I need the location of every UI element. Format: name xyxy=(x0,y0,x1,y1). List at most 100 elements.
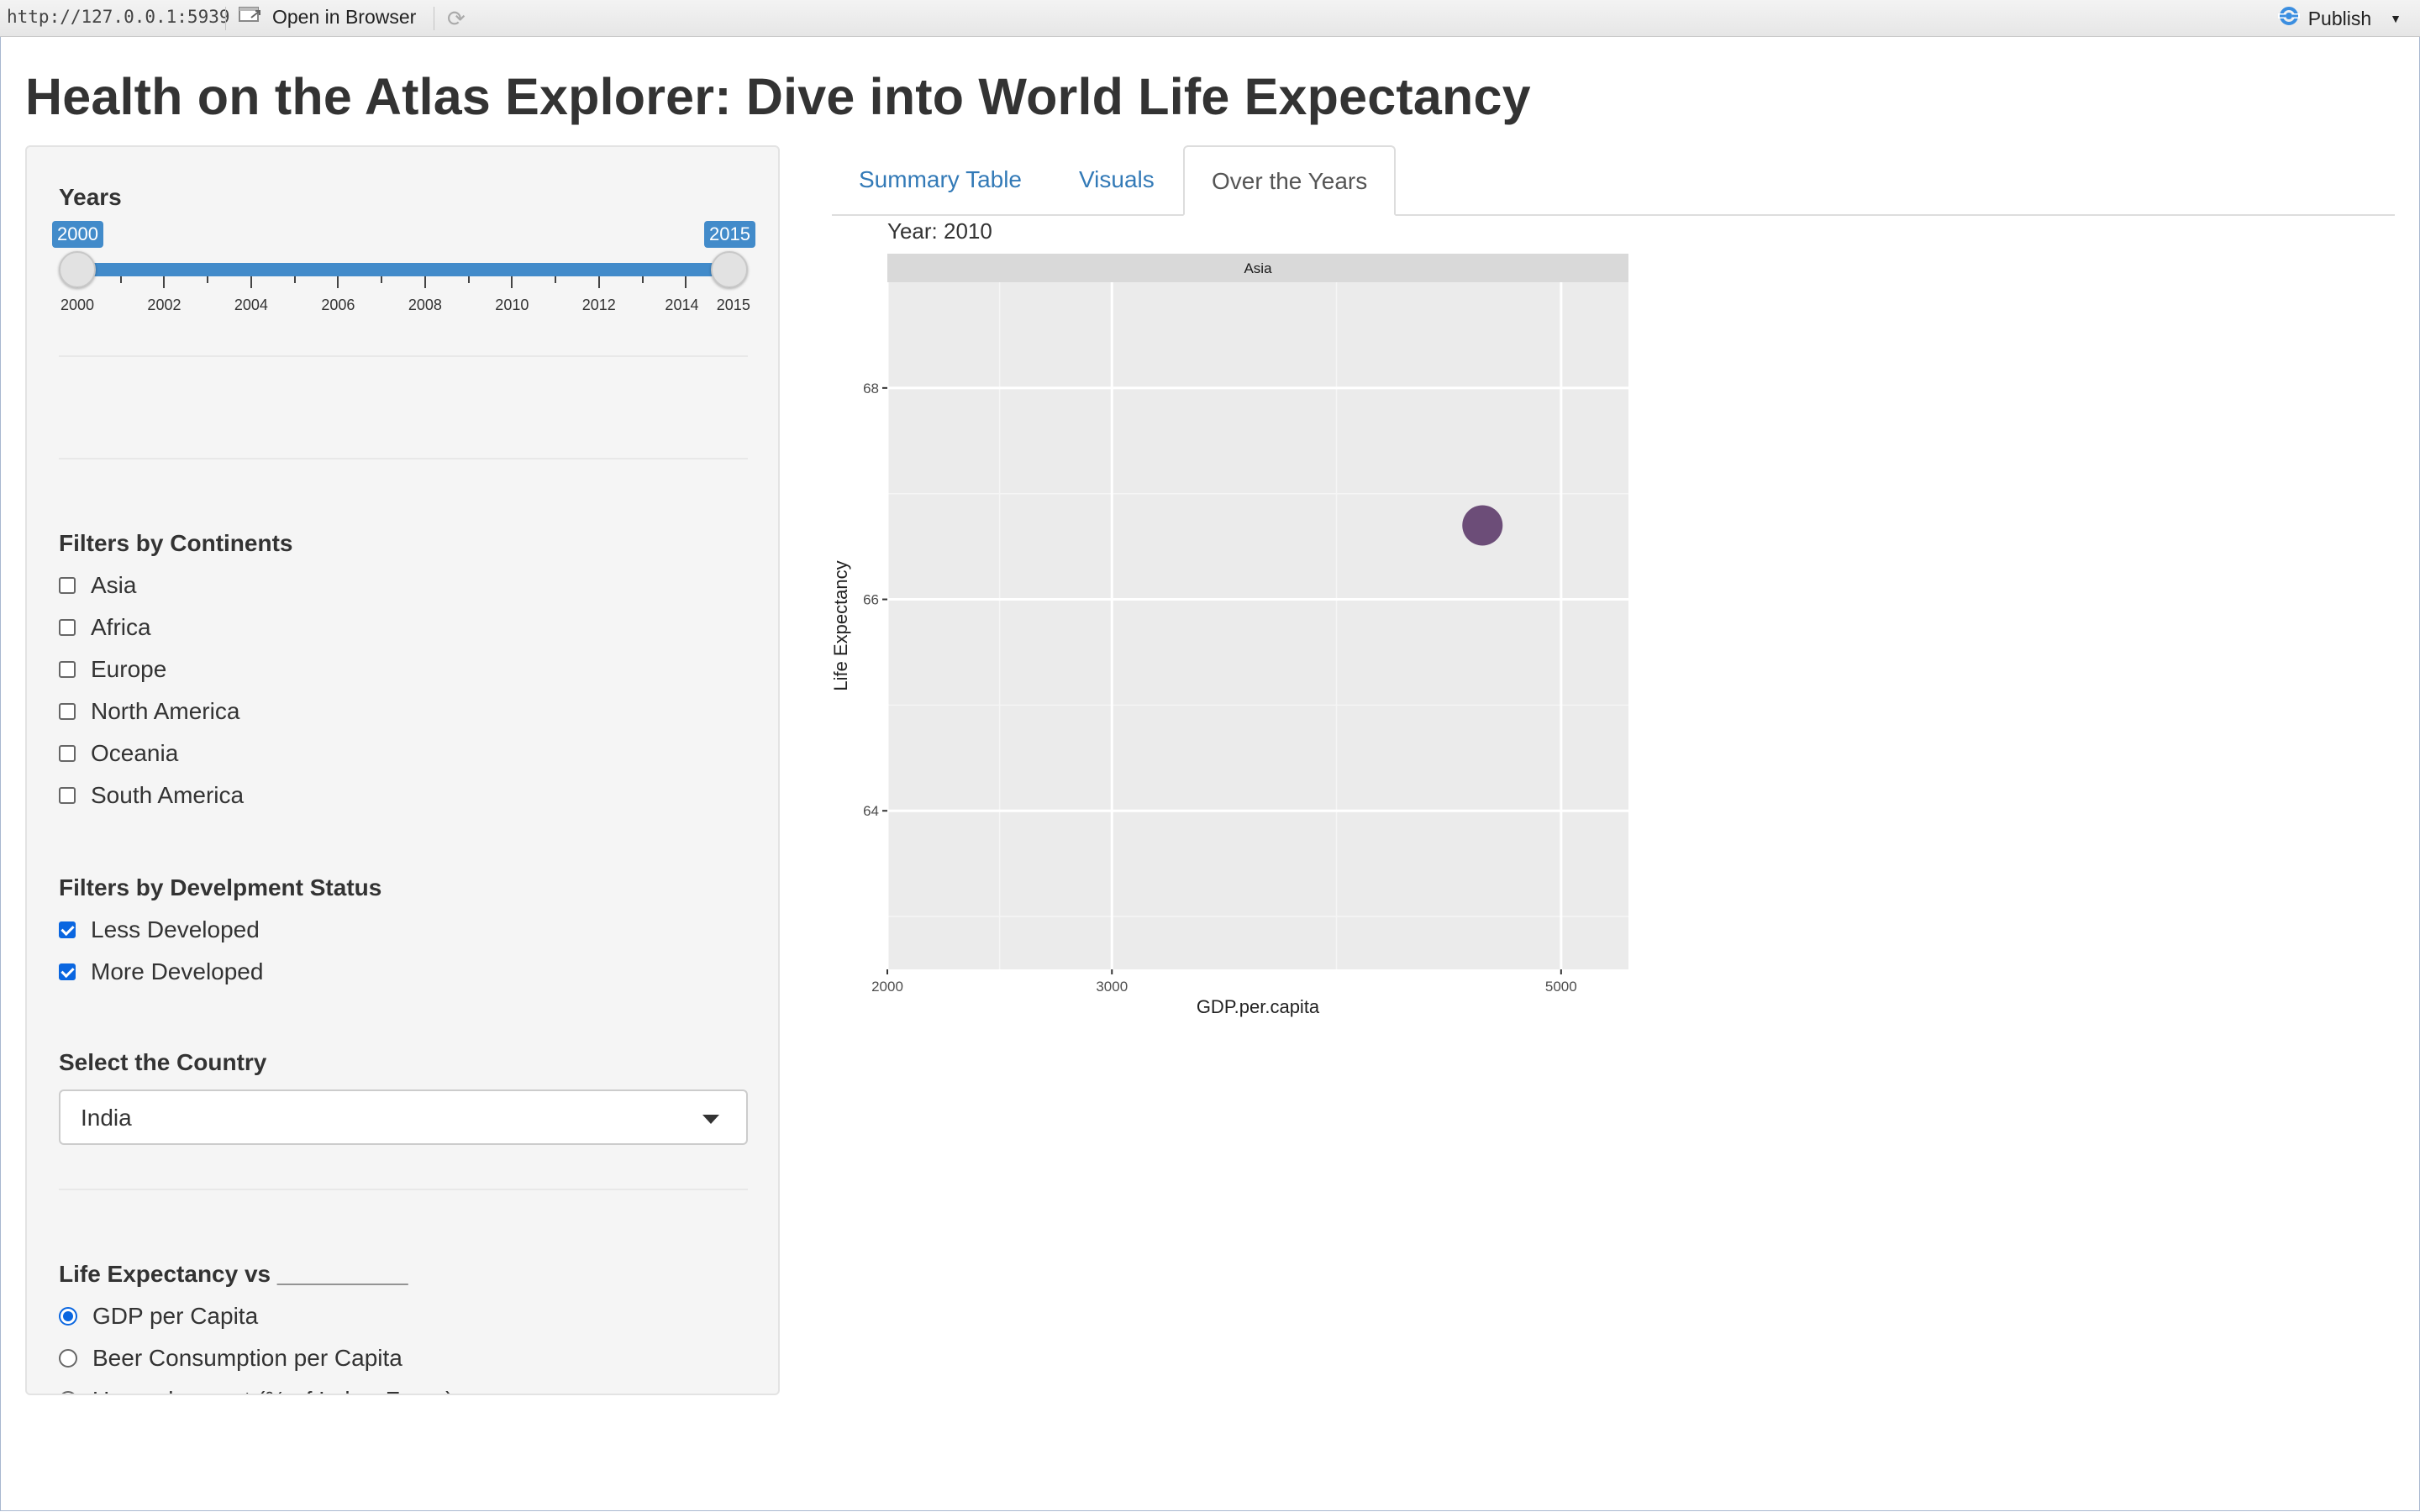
option-label: Less Developed xyxy=(91,916,260,942)
radio-button[interactable] xyxy=(59,1349,77,1368)
slider-track[interactable] xyxy=(77,263,729,276)
checkbox-option-north-america[interactable]: North America xyxy=(59,698,239,725)
slider-handle-to[interactable] xyxy=(711,251,748,288)
slider-tick xyxy=(207,276,209,283)
checkbox-option-europe[interactable]: Europe xyxy=(59,656,166,683)
slider-value-to: 2015 xyxy=(704,221,755,248)
divider xyxy=(59,355,748,357)
radio-option-unemployment-of-labor-force[interactable]: Unemployment (% of Labor Force) xyxy=(59,1387,454,1394)
divider xyxy=(59,458,748,459)
y-tick-label: 66 xyxy=(863,592,879,608)
checkbox-option-asia[interactable]: Asia xyxy=(59,572,136,599)
slider-value-from: 2000 xyxy=(52,221,103,248)
divider xyxy=(59,1189,748,1190)
slider-tick xyxy=(511,276,513,288)
slider-handle-from[interactable] xyxy=(59,251,96,288)
checkbox[interactable] xyxy=(59,963,76,980)
refresh-icon[interactable]: ⟳ xyxy=(447,6,466,32)
y-axis-title: Life Expectancy xyxy=(832,560,851,690)
option-label: Oceania xyxy=(91,740,179,766)
tab-over-the-years[interactable]: Over the Years xyxy=(1183,145,1397,216)
option-label: GDP per Capita xyxy=(92,1303,259,1329)
url-display[interactable]: http://127.0.0.1:5939 xyxy=(7,7,230,27)
chevron-down-icon xyxy=(702,1115,719,1124)
slider-tick xyxy=(467,276,470,283)
country-label: Select the Country xyxy=(59,1049,267,1075)
publish-button[interactable]: Publish ▼ xyxy=(2276,5,2402,32)
development-label: Filters by Develpment Status xyxy=(59,874,382,900)
country-select[interactable]: India xyxy=(59,1089,748,1145)
slider-tick-label: 2008 xyxy=(408,297,442,313)
option-label: North America xyxy=(91,698,240,724)
continents-label: Filters by Continents xyxy=(59,530,293,556)
slider-tick-label: 2004 xyxy=(234,297,268,313)
checkbox[interactable] xyxy=(59,661,76,678)
open-in-browser-button[interactable]: Open in Browser xyxy=(239,5,416,29)
checkbox[interactable] xyxy=(59,619,76,636)
tab-visuals[interactable]: Visuals xyxy=(1052,145,1181,214)
checkbox-option-more-developed[interactable]: More Developed xyxy=(59,958,263,985)
slider-tick xyxy=(250,276,252,288)
slider-tick-label: 2006 xyxy=(321,297,355,313)
option-label: More Developed xyxy=(91,958,264,984)
y-tick-label: 68 xyxy=(863,381,879,396)
option-label: South America xyxy=(91,782,245,808)
checkbox-option-less-developed[interactable]: Less Developed xyxy=(59,916,260,943)
checkbox-option-south-america[interactable]: South America xyxy=(59,782,244,809)
option-label: Europe xyxy=(91,656,167,682)
page-title: Health on the Atlas Explorer: Dive into … xyxy=(25,68,1531,125)
facet-label: Asia xyxy=(1244,260,1272,276)
slider-tick xyxy=(163,276,166,288)
slider-tick xyxy=(424,276,426,288)
publish-icon xyxy=(2276,5,2302,32)
scatter-chart-svg: Year: 2010 Asia 2000 3000 5000 64 66 68 GDP.per.… xyxy=(830,218,1628,1017)
slider-tick xyxy=(641,276,644,283)
option-label: Beer Consumption per Capita xyxy=(92,1345,402,1371)
checkbox-option-oceania[interactable]: Oceania xyxy=(59,740,178,767)
option-label: Asia xyxy=(91,572,137,598)
slider-tick xyxy=(685,276,687,288)
slider-tick xyxy=(119,276,122,283)
tab-bar: Summary Table Visuals Over the Years xyxy=(832,145,2395,216)
radio-option-gdp-per-capita[interactable]: GDP per Capita xyxy=(59,1303,258,1330)
radio-button[interactable] xyxy=(59,1391,77,1394)
checkbox[interactable] xyxy=(59,921,76,938)
checkbox[interactable] xyxy=(59,703,76,720)
x-axis-title: GDP.per.capita xyxy=(1197,996,1320,1017)
open-browser-icon xyxy=(239,5,262,29)
years-label: Years xyxy=(59,184,122,210)
slider-tick-label: 2002 xyxy=(147,297,182,313)
x-tick-label: 3000 xyxy=(1096,979,1128,995)
slider-tick xyxy=(337,276,339,288)
slider-tick-label: 2015 xyxy=(716,297,750,313)
comparison-label: Life Expectancy vs __________ xyxy=(59,1261,408,1287)
radio-option-beer-consumption-per-capita[interactable]: Beer Consumption per Capita xyxy=(59,1345,402,1372)
viewer-toolbar: http://127.0.0.1:5939 Open in Browser ⟳ … xyxy=(0,0,2420,37)
checkbox[interactable] xyxy=(59,577,76,594)
toolbar-divider xyxy=(225,7,226,30)
slider-tick xyxy=(597,276,600,288)
slider-tick-label: 2012 xyxy=(581,297,616,313)
checkbox[interactable] xyxy=(59,787,76,804)
plot-panel xyxy=(887,282,1628,969)
radio-button[interactable] xyxy=(59,1307,77,1326)
slider-tick-label: 2000 xyxy=(60,297,95,313)
option-label: Unemployment (% of Labor Force) xyxy=(92,1387,454,1394)
life-expectancy-plot: Year: 2010 Asia 2000 3000 5000 64 66 68 GDP.per.… xyxy=(830,217,1639,1023)
dropdown-caret-icon[interactable]: ▼ xyxy=(2390,12,2402,25)
x-tick-label: 2000 xyxy=(871,979,903,995)
checkbox-option-africa[interactable]: Africa xyxy=(59,614,151,641)
checkbox[interactable] xyxy=(59,745,76,762)
open-in-browser-label: Open in Browser xyxy=(272,5,417,28)
tab-summary-table[interactable]: Summary Table xyxy=(832,145,1049,214)
x-tick-label: 5000 xyxy=(1545,979,1577,995)
slider-tick-label: 2010 xyxy=(495,297,529,313)
country-select-value: India xyxy=(81,1105,132,1131)
slider-tick xyxy=(381,276,383,283)
data-point xyxy=(1462,505,1503,546)
y-tick-label: 64 xyxy=(863,803,879,819)
sidebar-panel: Years 2000 2002 2004 2006 2008 2010 2012 2014 20… xyxy=(25,145,780,1395)
publish-label: Publish xyxy=(2307,7,2372,29)
slider-tick-label: 2014 xyxy=(665,297,699,313)
option-label: Africa xyxy=(91,614,151,640)
